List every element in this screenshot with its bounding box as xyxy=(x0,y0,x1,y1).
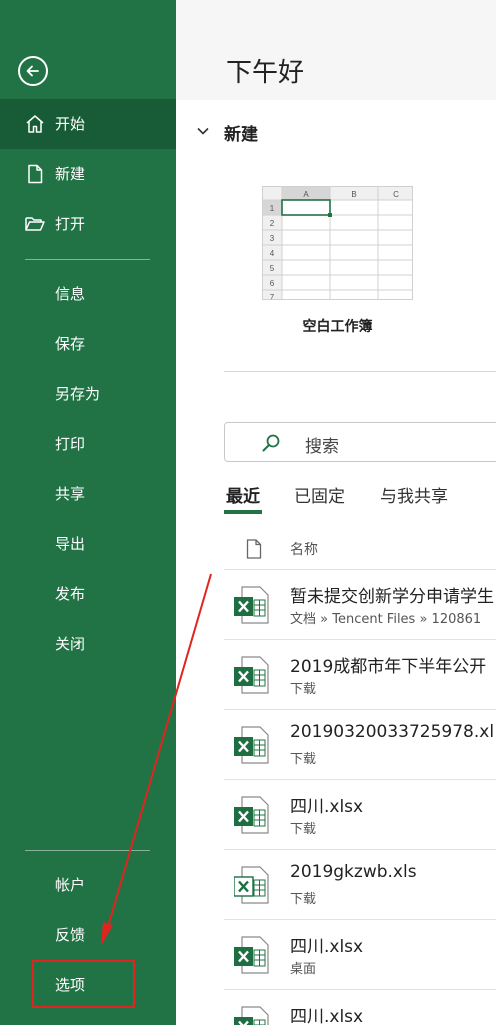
tab-recent[interactable]: 最近 xyxy=(226,482,260,507)
sidebar-item-label: 开始 xyxy=(55,115,86,133)
file-path: 下载 xyxy=(290,682,317,697)
file-path: 下载 xyxy=(290,752,317,767)
sidebar-item-label: 反馈 xyxy=(55,926,86,944)
file-row[interactable]: 四川.xlsx 下载 xyxy=(224,779,496,849)
tab-pinned[interactable]: 已固定 xyxy=(294,482,345,507)
spreadsheet-grid-preview: A B C 1 2 3 4 5 6 7 xyxy=(263,187,412,300)
file-name: 四川.xlsx xyxy=(290,797,364,817)
sidebar-item-close[interactable]: 关闭 xyxy=(0,619,176,669)
template-row-header: 2 xyxy=(270,219,275,228)
sidebar-item-label: 导出 xyxy=(55,535,86,553)
file-path: 文档 » Tencent Files » 120861 xyxy=(290,612,482,627)
template-row-header: 6 xyxy=(270,279,275,288)
template-row-header: 5 xyxy=(270,264,275,273)
blank-workbook-template[interactable]: A B C 1 2 3 4 5 6 7 xyxy=(262,186,413,300)
sidebar-divider xyxy=(25,850,150,851)
search-icon xyxy=(262,434,280,452)
template-col-header: C xyxy=(393,190,399,199)
backstage-main: 下午好 新建 A B C 1 2 3 4 5 6 7 空白工作簿 搜索 最近 已… xyxy=(176,0,496,1025)
annotation-highlight-box xyxy=(32,960,135,1008)
document-icon xyxy=(246,539,262,559)
new-document-icon xyxy=(28,164,43,184)
back-arrow-icon xyxy=(26,65,39,77)
template-row-header: 7 xyxy=(270,293,275,300)
file-row[interactable]: 四川.xlsx xyxy=(224,989,496,1025)
excel-file-icon xyxy=(234,586,269,624)
sidebar-item-account[interactable]: 帐户 xyxy=(0,860,176,910)
section-divider xyxy=(224,371,496,372)
backstage-sidebar: 开始 新建 打开 信息 保存 另存为 打印 共享 导出 发布 关闭 帐户 反馈 … xyxy=(0,0,176,1025)
file-path: 桌面 xyxy=(290,962,317,977)
search-input[interactable]: 搜索 xyxy=(224,422,496,462)
template-row-header: 3 xyxy=(270,234,275,243)
greeting-bar: 下午好 xyxy=(176,0,496,100)
file-row[interactable]: 2019成都市年下半年公开 下载 xyxy=(224,639,496,709)
tab-shared-with-me[interactable]: 与我共享 xyxy=(380,482,448,507)
sidebar-item-home[interactable]: 开始 xyxy=(0,99,176,149)
file-row[interactable]: 四川.xlsx 桌面 xyxy=(224,919,496,989)
file-row[interactable]: 2019gkzwb.xls 下载 xyxy=(224,849,496,919)
sidebar-item-export[interactable]: 导出 xyxy=(0,519,176,569)
sidebar-item-publish[interactable]: 发布 xyxy=(0,569,176,619)
back-button[interactable] xyxy=(18,56,48,86)
file-path: 下载 xyxy=(290,892,317,907)
file-name: 20190320033725978.xl xyxy=(290,722,495,742)
file-name: 2019成都市年下半年公开 xyxy=(290,657,487,677)
sidebar-item-open[interactable]: 打开 xyxy=(0,199,176,249)
file-name: 2019gkzwb.xls xyxy=(290,862,417,882)
excel-file-icon xyxy=(234,936,269,974)
file-list-name-header[interactable]: 名称 xyxy=(290,539,318,559)
sidebar-item-label: 共享 xyxy=(55,485,86,503)
folder-open-icon xyxy=(25,217,45,231)
excel-compat-file-icon xyxy=(234,866,269,904)
file-name: 四川.xlsx xyxy=(290,1007,364,1025)
excel-file-icon xyxy=(234,796,269,834)
sidebar-item-label: 信息 xyxy=(55,285,86,303)
home-icon xyxy=(26,115,44,133)
sidebar-item-label: 保存 xyxy=(55,335,86,353)
excel-file-icon xyxy=(234,726,269,764)
template-row-header: 1 xyxy=(270,204,275,213)
file-row[interactable]: 20190320033725978.xl 下载 xyxy=(224,709,496,779)
file-name: 四川.xlsx xyxy=(290,937,364,957)
file-row[interactable]: 暂未提交创新学分申请学生 文档 » Tencent Files » 120861 xyxy=(224,569,496,639)
active-tab-indicator xyxy=(224,510,262,514)
sidebar-item-label: 打印 xyxy=(55,435,86,453)
sidebar-item-print[interactable]: 打印 xyxy=(0,419,176,469)
blank-workbook-label[interactable]: 空白工作簿 xyxy=(262,316,413,336)
chevron-down-icon[interactable] xyxy=(196,124,210,138)
search-placeholder: 搜索 xyxy=(305,437,339,457)
template-col-header: B xyxy=(351,190,356,199)
sidebar-item-label: 发布 xyxy=(55,585,86,603)
file-name: 暂未提交创新学分申请学生 xyxy=(290,587,494,607)
excel-file-icon xyxy=(234,656,269,694)
sidebar-divider xyxy=(25,259,150,260)
sidebar-item-label: 打开 xyxy=(55,215,86,233)
sidebar-item-save-as[interactable]: 另存为 xyxy=(0,369,176,419)
file-path: 下载 xyxy=(290,822,317,837)
greeting-title: 下午好 xyxy=(226,58,305,88)
sidebar-item-label: 关闭 xyxy=(55,635,86,653)
sidebar-item-save[interactable]: 保存 xyxy=(0,319,176,369)
sidebar-item-new[interactable]: 新建 xyxy=(0,149,176,199)
sidebar-item-share[interactable]: 共享 xyxy=(0,469,176,519)
sidebar-item-feedback[interactable]: 反馈 xyxy=(0,910,176,960)
sidebar-item-label: 帐户 xyxy=(55,876,86,894)
excel-file-icon xyxy=(234,1006,269,1025)
sidebar-item-label: 新建 xyxy=(55,165,86,183)
template-col-header: A xyxy=(303,190,309,199)
new-section-title: 新建 xyxy=(224,125,258,145)
sidebar-item-label: 另存为 xyxy=(55,385,101,403)
template-row-header: 4 xyxy=(270,249,275,258)
sidebar-item-info[interactable]: 信息 xyxy=(0,269,176,319)
